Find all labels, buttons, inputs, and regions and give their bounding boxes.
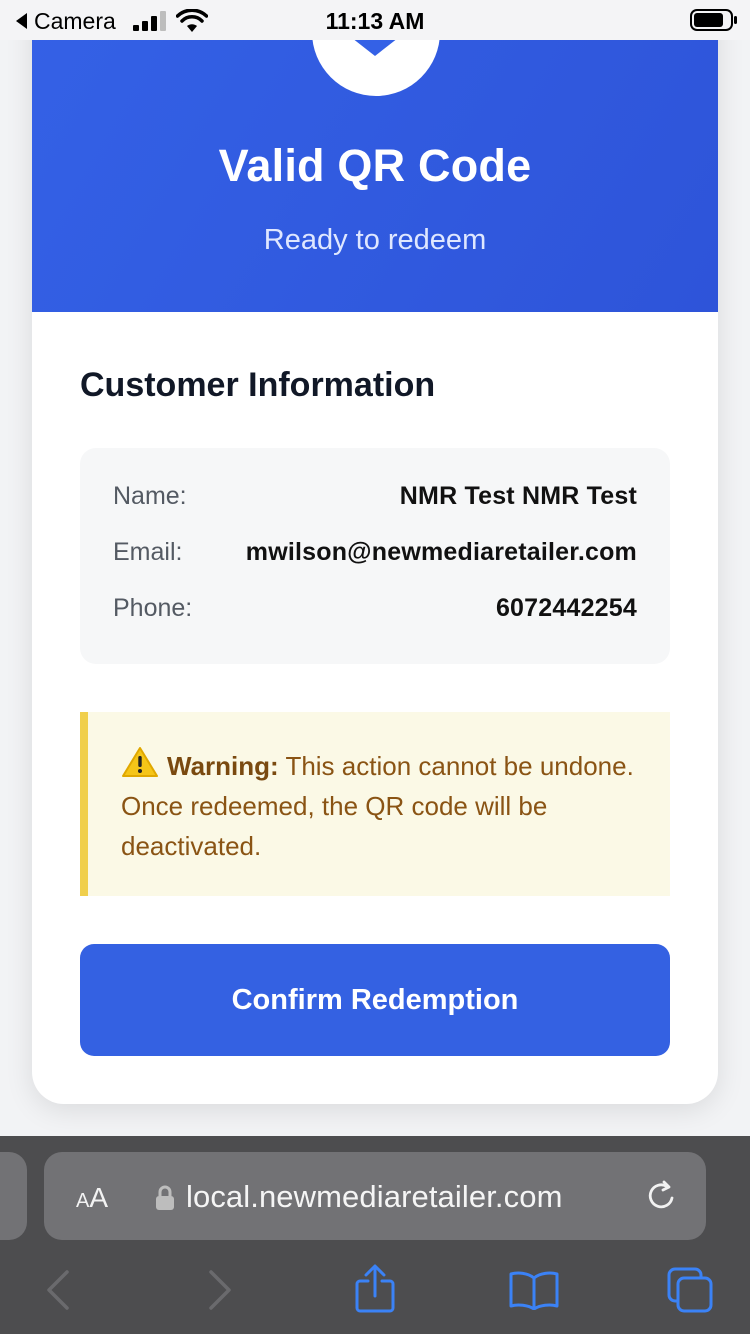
tabs-icon[interactable]: [666, 1266, 714, 1314]
info-label: Email:: [113, 538, 183, 566]
page-title: Valid QR Code: [218, 140, 532, 191]
confirm-redemption-button[interactable]: Confirm Redemption: [80, 944, 670, 1056]
info-row-phone: Phone: 6072442254: [113, 594, 637, 623]
info-row-email: Email: mwilson@newmediaretailer.com: [113, 538, 637, 567]
customer-section-title: Customer Information: [80, 366, 436, 404]
warning-box: Warning: This action cannot be undone. O…: [80, 712, 670, 896]
share-icon[interactable]: [354, 1264, 396, 1314]
aa-small-glyph: A: [76, 1190, 90, 1212]
info-label: Phone:: [113, 594, 193, 622]
info-label: Name:: [113, 482, 187, 510]
browser-toolbar: AA local.newmediaretailer.com: [0, 1136, 750, 1334]
lock-icon: [156, 1185, 174, 1210]
warning-triangle-icon: [122, 747, 158, 777]
customer-email-value: mwilson@newmediaretailer.com: [245, 538, 637, 566]
customer-name-value: NMR Test NMR Test: [399, 482, 637, 510]
info-row-name: Name: NMR Test NMR Test: [113, 482, 637, 511]
previous-tab-peek[interactable]: [0, 1152, 27, 1240]
back-icon[interactable]: [45, 1270, 71, 1310]
warning-text: Warning: This action cannot be undone. O…: [121, 746, 641, 866]
page-subtitle: Ready to redeem: [263, 224, 487, 256]
page-settings-button[interactable]: AA: [76, 1182, 108, 1214]
redemption-card: Valid QR Code Ready to redeem Customer I…: [32, 0, 718, 1104]
address-bar[interactable]: AA local.newmediaretailer.com: [44, 1152, 706, 1240]
bookmarks-icon[interactable]: [508, 1270, 560, 1310]
warning-label: Warning:: [167, 751, 279, 781]
checkmark-icon: [352, 38, 398, 56]
forward-icon[interactable]: [207, 1270, 233, 1310]
url-text: local.newmediaretailer.com: [186, 1179, 563, 1214]
status-time: 11:13 AM: [325, 8, 425, 34]
reload-icon[interactable]: [645, 1179, 679, 1213]
customer-info-box: Name: NMR Test NMR Test Email: mwilson@n…: [80, 448, 670, 664]
customer-phone-value: 6072442254: [495, 594, 637, 622]
status-bar: Camera 11:13 AM: [0, 0, 750, 40]
aa-big-glyph: A: [89, 1182, 109, 1213]
hero-banner: Valid QR Code Ready to redeem: [32, 0, 718, 312]
battery-icon: [690, 9, 737, 31]
